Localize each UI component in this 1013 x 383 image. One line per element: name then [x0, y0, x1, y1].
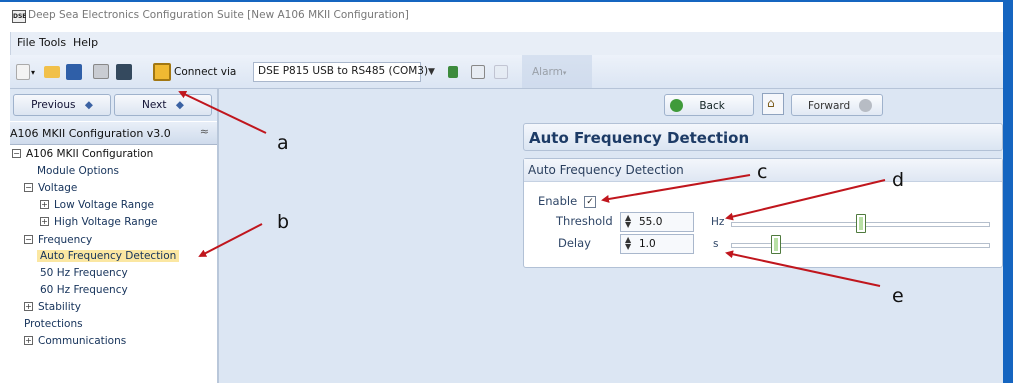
annotation-label-a: a [277, 132, 289, 154]
annotation-arrow-b [198, 223, 263, 257]
annotation-label-e: e [892, 285, 904, 307]
annotation-label-b: b [277, 211, 289, 233]
annotation-label-d: d [892, 169, 904, 191]
annotation-label-c: c [757, 161, 767, 183]
annotation-overlay: a b c d e [178, 90, 904, 307]
annotation-arrow-a [178, 90, 267, 134]
annotation-arrow-d [725, 179, 886, 221]
annotation-arrow-e [725, 250, 881, 287]
annotation-arrow-c [601, 174, 751, 203]
